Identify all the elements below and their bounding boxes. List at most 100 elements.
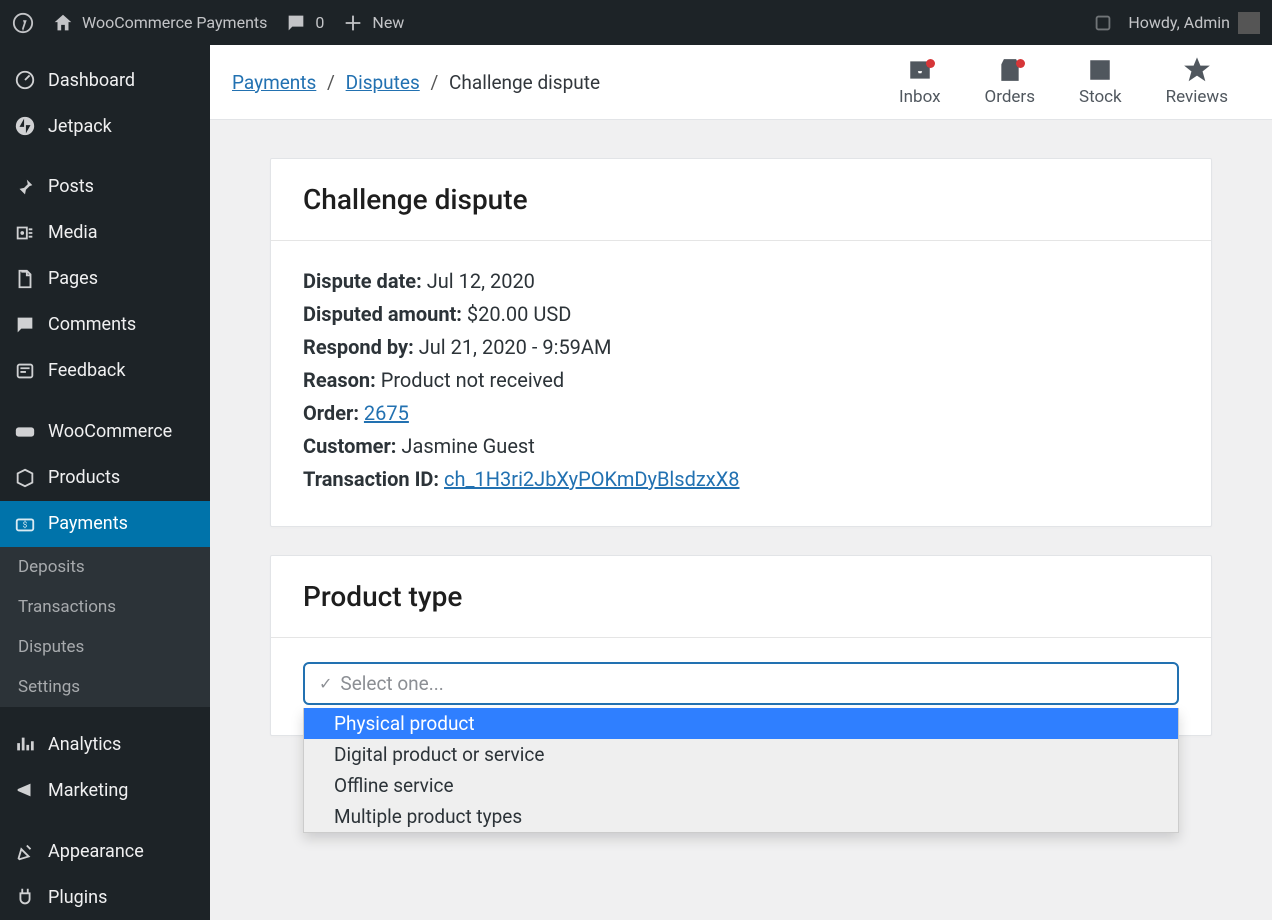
card-header: Challenge dispute	[271, 159, 1211, 241]
sidebar-item-analytics[interactable]: Analytics	[0, 721, 210, 767]
value-reason: Product not received	[381, 368, 564, 392]
transaction-link[interactable]: ch_1H3ri2JbXyPOKmDyBlsdzxX8	[444, 467, 739, 491]
sidebar-item-pages[interactable]: Pages	[0, 256, 210, 302]
sidebar-item-label: Plugins	[48, 887, 107, 908]
sidebar-item-label: Marketing	[48, 780, 128, 801]
appearance-icon	[14, 840, 36, 862]
sidebar-subitem-disputes[interactable]: Disputes	[0, 627, 210, 667]
sidebar-item-woocommerce[interactable]: WooCommerce	[0, 409, 210, 455]
check-icon: ✓	[319, 674, 332, 693]
sidebar-item-feedback[interactable]: Feedback	[0, 348, 210, 394]
sidebar-item-label: Dashboard	[48, 70, 135, 91]
stock-icon	[1087, 57, 1113, 83]
card-header: Product type	[271, 556, 1211, 638]
svg-text:$: $	[23, 519, 28, 530]
sidebar-item-label: Media	[48, 222, 98, 243]
breadcrumb-sep: /	[321, 71, 341, 94]
sidebar-subitem-deposits[interactable]: Deposits	[0, 547, 210, 587]
comments-icon	[14, 314, 36, 336]
shortcut-stock[interactable]: Stock	[1057, 57, 1144, 107]
payments-icon: $	[14, 513, 36, 535]
howdy-text: Howdy, Admin	[1128, 13, 1230, 32]
breadcrumb-current: Challenge dispute	[449, 71, 600, 94]
wordpress-icon	[12, 12, 34, 34]
notifications[interactable]	[1092, 12, 1114, 34]
site-title: WooCommerce Payments	[82, 13, 267, 32]
comments-link[interactable]: 0	[285, 12, 324, 34]
avatar	[1238, 12, 1260, 34]
shortcut-label: Inbox	[899, 87, 941, 107]
jetpack-icon	[14, 115, 36, 137]
sidebar-item-label: Jetpack	[48, 116, 112, 137]
shortcut-label: Reviews	[1166, 87, 1228, 107]
label-reason: Reason:	[303, 368, 376, 392]
option-offline[interactable]: Offline service	[304, 770, 1178, 801]
sidebar-item-label: Payments	[48, 513, 128, 534]
reviews-icon	[1184, 57, 1210, 83]
product-type-card: Product type ✓ Select one... Physical pr…	[270, 555, 1212, 736]
sidebar-item-label: Analytics	[48, 734, 121, 755]
option-physical[interactable]: Physical product	[304, 708, 1178, 739]
admin-sidebar: Dashboard Jetpack Posts Media Pages	[0, 45, 210, 920]
sidebar-item-media[interactable]: Media	[0, 210, 210, 256]
breadcrumb-payments[interactable]: Payments	[232, 71, 316, 94]
products-icon	[14, 467, 36, 489]
sidebar-item-posts[interactable]: Posts	[0, 164, 210, 210]
value-dispute-date: Jul 12, 2020	[427, 269, 535, 293]
breadcrumb: Payments / Disputes / Challenge dispute	[232, 71, 600, 94]
plus-icon	[342, 12, 364, 34]
sidebar-item-dashboard[interactable]: Dashboard	[0, 57, 210, 103]
sidebar-item-jetpack[interactable]: Jetpack	[0, 103, 210, 149]
main-content: Payments / Disputes / Challenge dispute …	[210, 45, 1272, 920]
sidebar-item-plugins[interactable]: Plugins	[0, 874, 210, 920]
section-title: Product type	[303, 580, 1179, 613]
sidebar-subitem-transactions[interactable]: Transactions	[0, 587, 210, 627]
label-order: Order:	[303, 401, 359, 425]
bell-icon	[1092, 12, 1114, 34]
option-digital[interactable]: Digital product or service	[304, 739, 1178, 770]
product-type-select[interactable]: ✓ Select one...	[303, 662, 1179, 705]
label-respond: Respond by:	[303, 335, 414, 359]
page-title: Challenge dispute	[303, 183, 1179, 216]
shortcut-orders[interactable]: Orders	[963, 57, 1057, 107]
select-placeholder: Select one...	[340, 672, 443, 695]
woo-icon	[14, 421, 36, 443]
shortcut-label: Stock	[1079, 87, 1122, 107]
value-customer: Jasmine Guest	[401, 434, 534, 458]
comment-icon	[285, 12, 307, 34]
shortcut-label: Orders	[985, 87, 1035, 107]
sidebar-item-payments[interactable]: $ Payments	[0, 501, 210, 547]
label-amount: Disputed amount:	[303, 302, 462, 326]
site-link[interactable]: WooCommerce Payments	[52, 12, 267, 34]
breadcrumb-sep: /	[424, 71, 444, 94]
media-icon	[14, 222, 36, 244]
sidebar-item-label: WooCommerce	[48, 421, 172, 442]
sidebar-subitem-settings[interactable]: Settings	[0, 667, 210, 707]
order-link[interactable]: 2675	[364, 401, 409, 425]
label-txn: Transaction ID:	[303, 467, 439, 491]
wp-logo[interactable]	[12, 12, 34, 34]
sidebar-item-label: Feedback	[48, 360, 125, 381]
sidebar-item-comments[interactable]: Comments	[0, 302, 210, 348]
sidebar-item-products[interactable]: Products	[0, 455, 210, 501]
marketing-icon	[14, 779, 36, 801]
sidebar-item-marketing[interactable]: Marketing	[0, 767, 210, 813]
comments-count: 0	[315, 13, 324, 32]
notification-dot	[926, 59, 935, 68]
breadcrumb-disputes[interactable]: Disputes	[346, 71, 420, 94]
sidebar-item-label: Products	[48, 467, 120, 488]
pages-icon	[14, 268, 36, 290]
shortcut-inbox[interactable]: Inbox	[877, 57, 963, 107]
new-label: New	[372, 13, 404, 32]
account-link[interactable]: Howdy, Admin	[1128, 12, 1260, 34]
option-multiple[interactable]: Multiple product types	[304, 801, 1178, 832]
new-link[interactable]: New	[342, 12, 404, 34]
sidebar-item-appearance[interactable]: Appearance	[0, 828, 210, 874]
topbar: Payments / Disputes / Challenge dispute …	[210, 45, 1272, 120]
shortcut-reviews[interactable]: Reviews	[1144, 57, 1250, 107]
admin-bar: WooCommerce Payments 0 New Howdy, Admin	[0, 0, 1272, 45]
label-dispute-date: Dispute date:	[303, 269, 422, 293]
value-respond: Jul 21, 2020 - 9:59AM	[419, 335, 612, 359]
home-icon	[52, 12, 74, 34]
pin-icon	[14, 176, 36, 198]
